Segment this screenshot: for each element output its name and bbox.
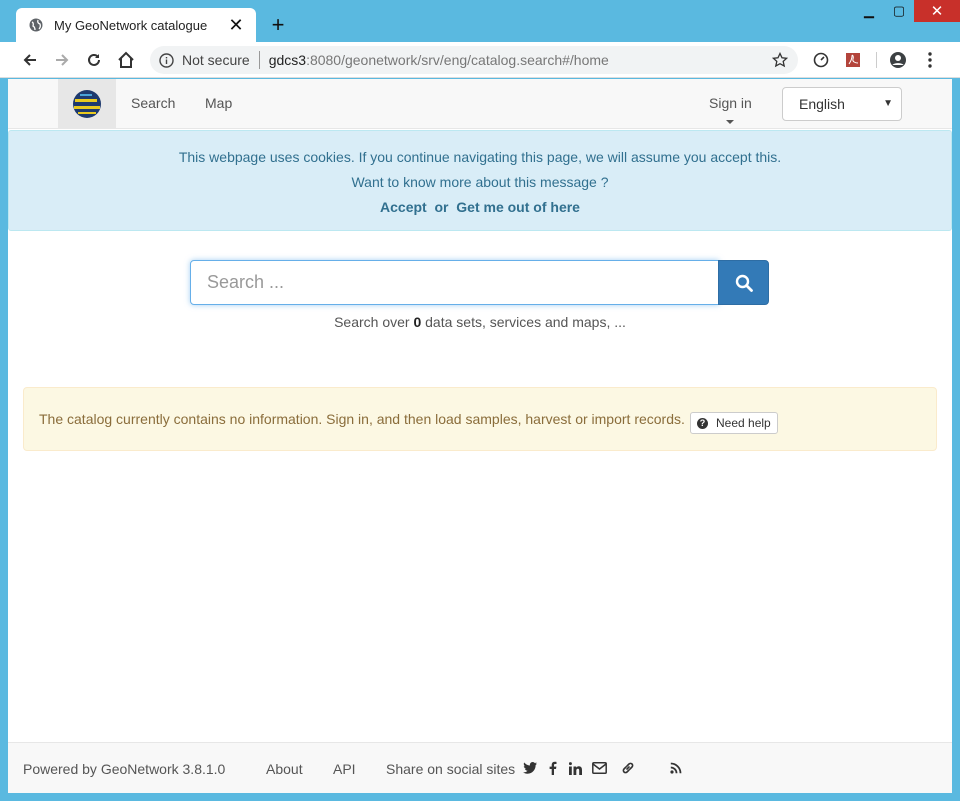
chevron-down-icon: ▼ [883, 98, 893, 109]
powered-by-link[interactable]: Powered by GeoNetwork 3.8.1.0 [23, 761, 225, 777]
info-icon[interactable] [158, 52, 174, 68]
search-icon [735, 274, 753, 292]
tab-title: My GeoNetwork catalogue [54, 17, 208, 33]
notice-text: The catalog currently contains no inform… [39, 411, 685, 427]
nav-search-link[interactable]: Search [131, 95, 175, 111]
profile-avatar-icon[interactable] [886, 48, 910, 72]
new-tab-icon[interactable]: + [266, 12, 290, 37]
search-input[interactable] [190, 260, 719, 305]
url-host: gdcs3 [268, 52, 307, 68]
browser-tab[interactable]: My GeoNetwork catalogue ✕ [16, 8, 256, 42]
cookie-message: This webpage uses cookies. If you contin… [178, 149, 782, 165]
maximize-icon[interactable]: ▢ [884, 0, 914, 22]
footer-about-link[interactable]: About [266, 761, 303, 777]
window-controls: ▁ ▢ ✕ [854, 0, 960, 24]
forward-arrow-icon[interactable] [50, 48, 74, 72]
home-icon[interactable] [114, 48, 138, 72]
toolbar-divider [876, 52, 877, 68]
footer-api-link[interactable]: API [333, 761, 356, 777]
url-text[interactable]: gdcs3:8080/geonetwork/srv/eng/catalog.se… [269, 52, 609, 68]
empty-catalog-notice: The catalog currently contains no inform… [23, 387, 937, 451]
geonetwork-logo[interactable] [58, 79, 116, 129]
twitter-icon[interactable] [522, 760, 538, 776]
search-hint: Search over 0 data sets, services and ma… [8, 314, 952, 330]
speedometer-icon[interactable] [809, 48, 833, 72]
sign-in-caret-icon[interactable] [726, 120, 734, 124]
cookie-actions: Accept or Get me out of here [9, 199, 951, 215]
email-icon[interactable] [591, 760, 607, 776]
need-help-label: Need help [716, 416, 771, 430]
top-navbar: Search Map Sign in English ▼ [8, 79, 952, 129]
reload-icon[interactable] [82, 48, 106, 72]
nav-map-link[interactable]: Map [205, 95, 232, 111]
facebook-icon[interactable] [545, 760, 561, 776]
search-hint-suffix: data sets, services and maps, ... [425, 314, 626, 330]
logo-icon [73, 90, 101, 118]
browser-toolbar: Not secure gdcs3:8080/geonetwork/srv/eng… [0, 42, 960, 78]
language-value: English [799, 96, 845, 112]
globe-icon [28, 17, 44, 33]
browser-titlebar: My GeoNetwork catalogue ✕ + ▁ ▢ ✕ [0, 0, 960, 42]
rss-icon[interactable] [668, 760, 684, 776]
url-path: :8080/geonetwork/srv/eng/catalog.search#… [306, 52, 609, 68]
sign-in-link[interactable]: Sign in [709, 95, 752, 111]
back-arrow-icon[interactable] [18, 48, 42, 72]
address-bar[interactable]: Not secure gdcs3:8080/geonetwork/srv/eng… [150, 46, 798, 74]
cookie-or-text: or [434, 199, 449, 215]
cookie-banner: This webpage uses cookies. If you contin… [8, 130, 952, 231]
question-icon: ? [697, 417, 708, 429]
menu-dots-icon[interactable] [918, 48, 942, 72]
minimize-icon[interactable]: ▁ [854, 0, 884, 22]
web-page: Search Map Sign in English ▼ This webpag… [8, 79, 952, 793]
address-divider [258, 51, 260, 69]
pdf-extension-icon[interactable] [841, 48, 865, 72]
record-count: 0 [413, 314, 422, 330]
search-hint-prefix: Search over [334, 314, 410, 330]
share-label: Share on social sites [386, 761, 516, 777]
window-close-icon[interactable]: ✕ [914, 0, 960, 22]
bookmark-star-icon[interactable] [770, 50, 790, 70]
permalink-icon[interactable] [620, 760, 636, 776]
search-button[interactable] [718, 260, 769, 305]
linkedin-icon[interactable] [567, 760, 583, 776]
page-footer: Powered by GeoNetwork 3.8.1.0 About API … [8, 742, 952, 793]
language-select[interactable]: English ▼ [782, 87, 902, 121]
cookie-more-info-link[interactable]: Want to know more about this message ? [9, 174, 951, 190]
security-label: Not secure [182, 52, 250, 68]
cookie-leave-link[interactable]: Get me out of here [456, 199, 580, 215]
tab-close-icon[interactable]: ✕ [226, 15, 246, 35]
cookie-accept-link[interactable]: Accept [380, 199, 427, 215]
search-bar [190, 260, 769, 305]
need-help-button[interactable]: ? Need help [690, 412, 778, 434]
